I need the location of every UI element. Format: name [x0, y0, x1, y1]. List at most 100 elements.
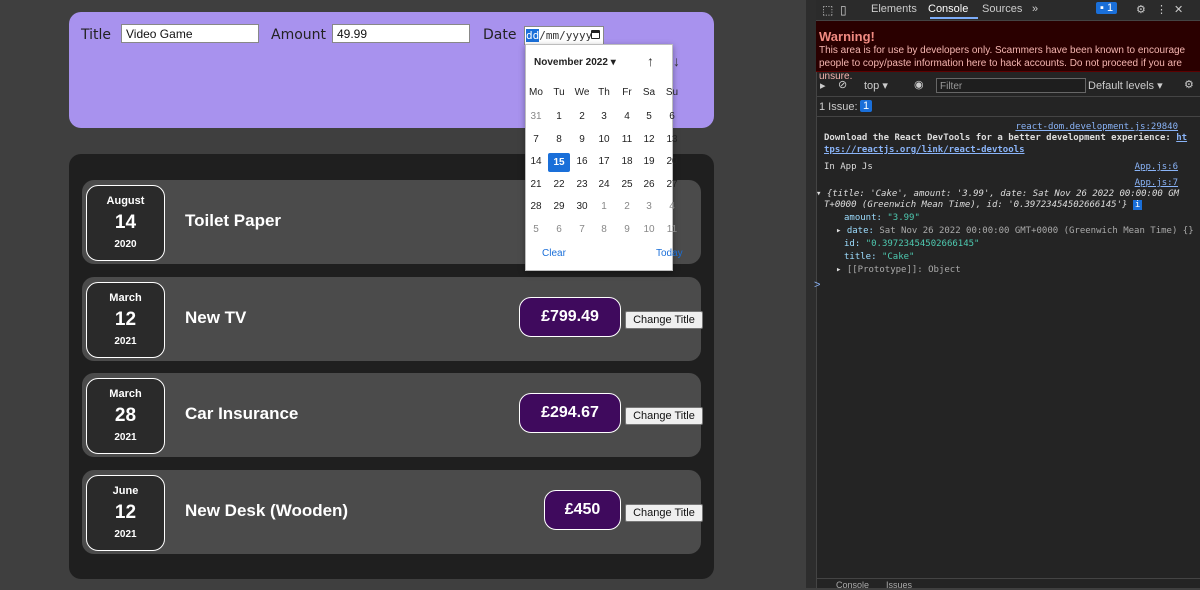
info-icon: i	[1132, 200, 1143, 210]
calendar-day[interactable]: 10	[638, 224, 660, 235]
issues-bar[interactable]: 1 Issue: 1	[816, 97, 1200, 117]
calendar-day[interactable]: 6	[548, 224, 570, 235]
clear-button[interactable]: Clear	[542, 248, 566, 259]
calendar-day[interactable]: 2	[571, 111, 593, 122]
drawer-tabs: Console Issues	[816, 578, 1200, 590]
calendar-day[interactable]: 14	[525, 156, 547, 167]
tab-sources[interactable]: Sources	[982, 3, 1022, 15]
change-title-button[interactable]: Change Title	[625, 311, 703, 329]
calendar-day[interactable]: 1	[548, 111, 570, 122]
object-preview[interactable]: ▾ {title: 'Cake', amount: '3.99', date: …	[816, 189, 1179, 199]
calendar-day[interactable]: 11	[616, 134, 638, 145]
calendar-day[interactable]: 21	[525, 179, 547, 190]
calendar-week: 31 1 2 3 4 5 6	[525, 111, 674, 125]
calendar-week: 7 8 9 10 11 12 13	[525, 134, 677, 148]
expense-item: March 12 2021 New TV £799.49 Change Titl…	[82, 277, 703, 361]
calendar-day[interactable]: 8	[548, 134, 570, 145]
amount-input[interactable]: 49.99	[332, 24, 470, 43]
prev-month-arrow-icon[interactable]: ↑	[647, 53, 654, 69]
log-levels-select[interactable]: Default levels ▾	[1088, 79, 1163, 92]
calendar-day[interactable]: 8	[593, 224, 615, 235]
log-source-link[interactable]: react-dom.development.js:29840	[1015, 122, 1178, 132]
calendar-day[interactable]: 9	[571, 134, 593, 145]
calendar-day[interactable]: 9	[616, 224, 638, 235]
object-prototype[interactable]: ▸ [[Prototype]]: Object	[836, 265, 961, 275]
calendar-day[interactable]: 12	[638, 134, 660, 145]
close-icon[interactable]: ✕	[1174, 3, 1183, 16]
console-toolbar: ▸ ⊘ top ▾ ◉ Filter Default levels ▾ ⚙	[816, 74, 1200, 97]
calendar-day[interactable]: 24	[593, 179, 615, 190]
expense-year: 2021	[114, 432, 137, 443]
next-month-arrow-icon[interactable]: ↓	[673, 53, 680, 69]
calendar-day[interactable]: 1	[593, 201, 615, 212]
more-tabs-icon[interactable]: »	[1032, 3, 1038, 15]
calendar-day[interactable]: 28	[525, 201, 547, 212]
calendar-week: 28 29 30 1 2 3 4	[525, 201, 674, 215]
log-source-link[interactable]: App.js:7	[1135, 178, 1178, 188]
calendar-day[interactable]: 27	[661, 179, 683, 190]
calendar-day[interactable]: 15	[548, 153, 570, 172]
calendar-day[interactable]: 4	[661, 201, 683, 212]
console-settings-icon[interactable]: ⚙	[1184, 78, 1194, 91]
expense-price: £294.67	[519, 393, 621, 433]
calendar-day[interactable]: 26	[638, 179, 660, 190]
calendar-day[interactable]: 3	[638, 201, 660, 212]
weekday-label: Mo	[529, 87, 543, 98]
calendar-day[interactable]: 7	[571, 224, 593, 235]
app-area: Title Video Game Amount 49.99 Date dd/mm…	[0, 0, 806, 588]
calendar-day[interactable]: 16	[571, 156, 593, 167]
clear-console-icon[interactable]: ⊘	[838, 78, 847, 91]
calendar-day[interactable]: 30	[571, 201, 593, 212]
issues-badge[interactable]: ▪ 1	[1096, 2, 1118, 14]
calendar-day[interactable]: 22	[548, 179, 570, 190]
object-prop[interactable]: ▸ date: Sat Nov 26 2022 00:00:00 GMT+000…	[836, 226, 1194, 236]
calendar-day[interactable]: 2	[616, 201, 638, 212]
change-title-button[interactable]: Change Title	[625, 407, 703, 425]
tab-console[interactable]: Console	[928, 3, 968, 15]
date-label: Date	[483, 27, 517, 43]
calendar-day[interactable]: 5	[525, 224, 547, 235]
sidebar-toggle-icon[interactable]: ▸	[820, 79, 826, 92]
date-picker-popup: November 2022 ▾ ↑ ↓ Mo Tu We Th Fr Sa Su 31 1 2 3…	[525, 44, 683, 271]
drawer-tab-console[interactable]: Console	[836, 580, 869, 590]
title-input[interactable]: Video Game	[121, 24, 259, 43]
tab-elements[interactable]: Elements	[871, 3, 917, 15]
filter-input[interactable]: Filter	[936, 78, 1086, 93]
date-input[interactable]: dd/mm/yyyy	[524, 26, 604, 45]
context-select[interactable]: top ▾	[864, 79, 888, 92]
kebab-menu-icon[interactable]: ⋮	[1156, 3, 1167, 16]
date-day-segment[interactable]: dd	[526, 29, 540, 42]
console-link[interactable]: tps://reactjs.org/link/react-devtools	[824, 145, 1024, 155]
device-toggle-icon[interactable]: ▯	[840, 3, 847, 17]
calendar-day[interactable]: 20	[661, 156, 683, 167]
expense-year: 2021	[114, 336, 137, 347]
calendar-day[interactable]: 10	[593, 134, 615, 145]
calendar-day[interactable]: 13	[661, 134, 683, 145]
inspect-icon[interactable]: ⬚	[822, 3, 833, 17]
calendar-day[interactable]: 4	[616, 111, 638, 122]
calendar-day[interactable]: 23	[571, 179, 593, 190]
today-button[interactable]: Today	[656, 248, 683, 259]
issues-label: 1 Issue:	[819, 101, 858, 113]
expense-year: 2020	[114, 239, 137, 250]
log-source-link[interactable]: App.js:6	[1135, 162, 1178, 172]
calendar-day[interactable]: 25	[616, 179, 638, 190]
calendar-day[interactable]: 17	[593, 156, 615, 167]
calendar-day[interactable]: 5	[638, 111, 660, 122]
calendar-day[interactable]: 19	[638, 156, 660, 167]
calendar-day[interactable]: 29	[548, 201, 570, 212]
calendar-day[interactable]: 31	[525, 111, 547, 122]
calendar-icon[interactable]	[591, 30, 600, 39]
month-year-select[interactable]: November 2022 ▾	[534, 57, 616, 68]
calendar-day[interactable]: 11	[661, 224, 683, 235]
calendar-day[interactable]: 3	[593, 111, 615, 122]
gear-icon[interactable]: ⚙	[1136, 3, 1146, 16]
change-title-button[interactable]: Change Title	[625, 504, 703, 522]
calendar-day[interactable]: 7	[525, 134, 547, 145]
console-prompt-icon[interactable]: >	[814, 279, 820, 291]
calendar-day[interactable]: 6	[661, 111, 683, 122]
calendar-day[interactable]: 18	[616, 156, 638, 167]
drawer-tab-issues[interactable]: Issues	[886, 580, 912, 590]
object-preview-cont: T+0000 (Greenwich Mean Time), id: '0.397…	[824, 200, 1143, 210]
eye-icon[interactable]: ◉	[914, 78, 924, 91]
